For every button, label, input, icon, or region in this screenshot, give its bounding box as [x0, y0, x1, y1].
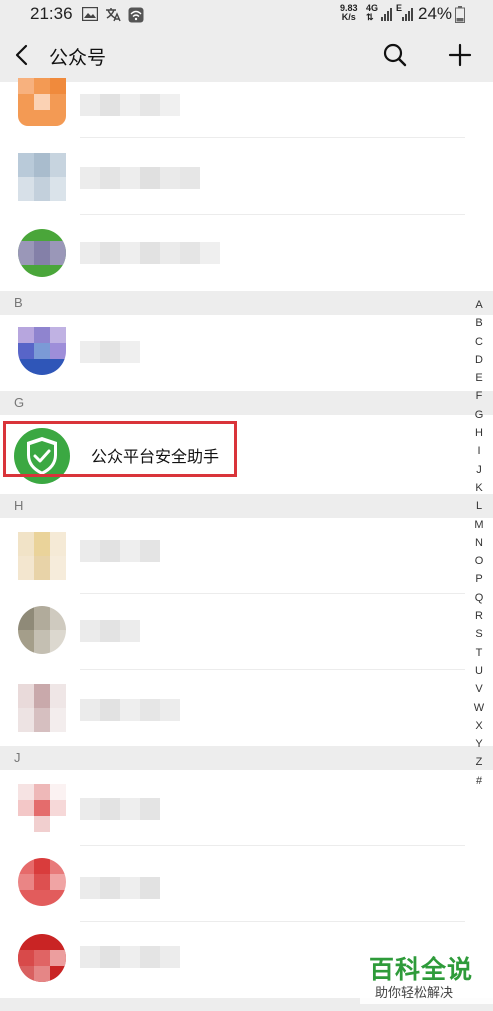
avatar: [18, 934, 66, 982]
index-letter[interactable]: T: [469, 644, 489, 662]
avatar: [18, 153, 66, 201]
watermark-subtitle: 助你轻松解决: [375, 986, 454, 1001]
index-letter[interactable]: S: [469, 625, 489, 643]
index-letter[interactable]: L: [469, 497, 489, 515]
index-letter[interactable]: Z: [469, 753, 489, 771]
index-letter[interactable]: D: [469, 351, 489, 369]
index-letter[interactable]: #: [469, 772, 489, 790]
index-letter[interactable]: P: [469, 570, 489, 588]
index-letter[interactable]: U: [469, 662, 489, 680]
official-accounts-list: B G 公众平台安全助手 H J: [0, 0, 493, 1011]
index-letter[interactable]: B: [469, 314, 489, 332]
index-letter[interactable]: C: [469, 333, 489, 351]
list-item[interactable]: [0, 670, 493, 746]
index-letter[interactable]: M: [469, 516, 489, 534]
index-letter[interactable]: I: [469, 442, 489, 460]
avatar: [18, 229, 66, 277]
list-item[interactable]: [0, 518, 493, 594]
list-item[interactable]: [0, 770, 493, 846]
watermark-title: 百科全说: [369, 955, 474, 984]
avatar: [18, 784, 66, 832]
list-item[interactable]: [0, 215, 493, 291]
highlight-box: [3, 421, 237, 477]
divider: [80, 137, 465, 138]
index-letter[interactable]: H: [469, 424, 489, 442]
index-letter[interactable]: X: [469, 717, 489, 735]
index-letter[interactable]: G: [469, 406, 489, 424]
avatar: [18, 606, 66, 654]
avatar: [18, 684, 66, 732]
index-letter[interactable]: Y: [469, 735, 489, 753]
index-letter[interactable]: O: [469, 552, 489, 570]
avatar: [18, 858, 66, 906]
index-letter[interactable]: R: [469, 607, 489, 625]
section-header-b: B: [0, 291, 493, 315]
watermark: 百科全说 助你轻松解决: [360, 948, 493, 1004]
index-letter[interactable]: A: [469, 296, 489, 314]
avatar: [18, 532, 66, 580]
section-header-h: H: [0, 494, 493, 518]
list-item[interactable]: [0, 846, 493, 922]
index-letter[interactable]: F: [469, 387, 489, 405]
alphabet-index[interactable]: A B C D E F G H I J K L M N O P Q R S T …: [469, 296, 489, 790]
index-letter[interactable]: Q: [469, 589, 489, 607]
index-letter[interactable]: J: [469, 461, 489, 479]
section-header-g: G: [0, 391, 493, 415]
index-letter[interactable]: V: [469, 680, 489, 698]
list-item[interactable]: [0, 139, 493, 215]
list-item[interactable]: [0, 594, 493, 670]
list-item[interactable]: [0, 315, 493, 391]
avatar: [18, 327, 66, 375]
index-letter[interactable]: K: [469, 479, 489, 497]
index-letter[interactable]: W: [469, 699, 489, 717]
index-letter[interactable]: N: [469, 534, 489, 552]
avatar: [18, 78, 66, 126]
list-item[interactable]: [0, 78, 493, 138]
index-letter[interactable]: E: [469, 369, 489, 387]
section-header-j: J: [0, 746, 493, 770]
